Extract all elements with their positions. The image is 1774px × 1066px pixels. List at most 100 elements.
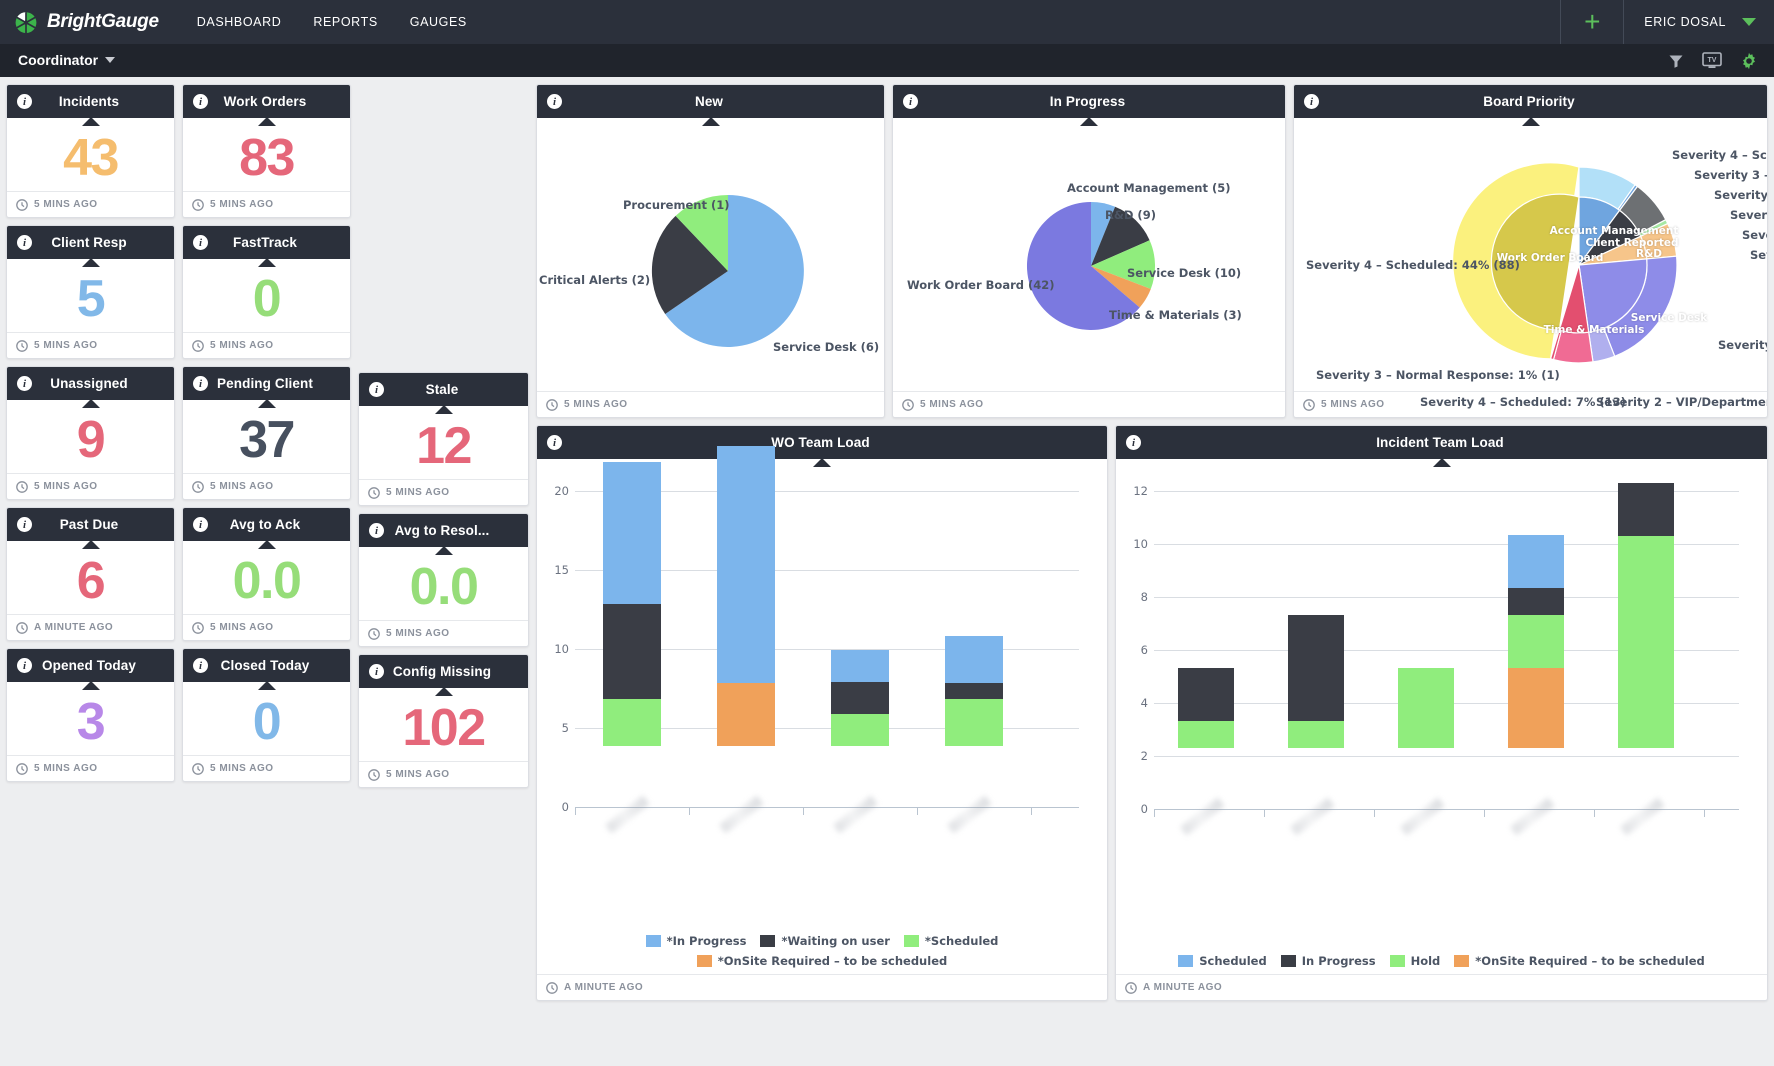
gauge-board-priority[interactable]: i Board Priority Account Management Clie… [1293,84,1768,418]
user-menu[interactable]: ERIC DOSAL [1624,0,1774,44]
last-updated: A MINUTE AGO [1143,982,1223,993]
gauge-pending-client[interactable]: i Pending Client 37 5 MINS AGO [182,366,351,500]
info-icon[interactable]: i [193,376,208,391]
nav-link-gauges[interactable]: GAUGES [394,0,483,44]
gauge-client-resp[interactable]: i Client Resp 5 5 MINS AGO [6,225,175,359]
legend-item[interactable]: *OnSite Required – to be scheduled [1454,954,1705,968]
info-icon[interactable]: i [369,664,384,679]
widget-footer: 5 MINS AGO [183,614,350,640]
info-icon[interactable]: i [17,658,32,673]
nav-link-dashboard[interactable]: DASHBOARD [181,0,298,44]
bar-segment [1618,483,1674,536]
kpi-value: 0.0 [232,551,302,610]
pie-slice-label: Service Desk (10) [1127,266,1242,280]
tv-icon[interactable]: TV [1702,52,1722,69]
info-icon[interactable]: i [903,94,918,109]
clock-icon [16,621,28,634]
gauge-in-progress[interactable]: i In Progress Account Management (5) R&D… [892,84,1286,418]
widget-body: 6 [7,541,174,614]
x-axis-label-redacted [947,795,992,834]
gauge-avg-to-resolve[interactable]: i Avg to Resol... 0.0 5 MINS AGO [358,513,529,647]
info-icon[interactable]: i [1126,435,1141,450]
gauge-fasttrack[interactable]: i FastTrack 0 5 MINS AGO [182,225,351,359]
widget-footer: 5 MINS AGO [893,391,1285,417]
clock-icon [368,627,380,640]
gear-icon[interactable] [1740,52,1758,70]
bar-segment [1618,536,1674,748]
widget-header: i Incident Team Load [1116,426,1767,459]
gridline [1154,756,1739,757]
gauge-closed-today[interactable]: i Closed Today 0 5 MINS AGO [182,648,351,782]
bar-segment [717,446,775,683]
gauge-unassigned[interactable]: i Unassigned 9 5 MINS AGO [6,366,175,500]
legend-item[interactable]: *Scheduled [903,934,998,948]
legend-swatch [903,935,919,947]
legend-item[interactable]: *OnSite Required – to be scheduled [696,954,947,968]
widget-title: Board Priority [1483,94,1575,109]
gauge-past-due[interactable]: i Past Due 6 A MINUTE AGO [6,507,175,641]
brand-logo-area[interactable]: BrightGauge [0,0,181,44]
kpi-value: 83 [239,128,295,187]
legend-swatch [1280,955,1296,967]
gauge-work-orders[interactable]: i Work Orders 83 5 MINS AGO [182,84,351,218]
gauge-opened-today[interactable]: i Opened Today 3 5 MINS AGO [6,648,175,782]
widget-footer: 5 MINS AGO [7,191,174,217]
widget-body: 3 [7,682,174,755]
donut-chart-board-priority[interactable]: Account Management Client Reported R&D S… [1294,118,1767,409]
info-icon[interactable]: i [547,435,562,450]
donut-slice-label: Severity 4 – Scheduled: 44% (88) [1306,258,1520,272]
legend-item[interactable]: *Waiting on user [760,934,890,948]
legend-swatch [760,935,776,947]
widget-footer: 5 MINS AGO [537,391,884,417]
widget-title: Opened Today [42,658,136,673]
pie-chart-in-progress[interactable]: Account Management (5) R&D (9) Service D… [893,118,1285,391]
info-icon[interactable]: i [369,523,384,538]
legend-label: *Waiting on user [781,934,890,948]
gauge-wo-team-load[interactable]: i WO Team Load 20 15 10 5 0 *In Progress… [536,425,1108,1001]
bar-segment [1508,615,1564,668]
nav-link-reports[interactable]: REPORTS [297,0,393,44]
info-icon[interactable]: i [17,235,32,250]
info-icon[interactable]: i [369,382,384,397]
widget-header: i Board Priority [1294,85,1767,118]
widget-body: 9 [7,400,174,473]
legend-item[interactable]: In Progress [1280,954,1376,968]
info-icon[interactable]: i [17,376,32,391]
clock-icon [546,398,558,411]
pie-slice-label: Work Order Board (42) [907,278,1055,292]
kpi-column-3: i Stale 12 5 MINS AGO i Avg to Resol... … [358,84,529,1001]
last-updated: 5 MINS AGO [386,487,450,498]
kpi-value: 0 [252,692,282,751]
info-icon[interactable]: i [193,658,208,673]
dashboard-selector[interactable]: Coordinator [18,52,116,70]
legend-item[interactable]: *In Progress [645,934,746,948]
widget-footer: 5 MINS AGO [359,620,528,646]
add-new-button[interactable]: + [1561,0,1623,44]
info-icon[interactable]: i [547,94,562,109]
legend-swatch [645,935,661,947]
gauge-incidents[interactable]: i Incidents 43 5 MINS AGO [6,84,175,218]
gauge-config-missing[interactable]: i Config Missing 102 5 MINS AGO [358,654,529,788]
last-updated: 5 MINS AGO [34,763,98,774]
gauge-avg-to-ack[interactable]: i Avg to Ack 0.0 5 MINS AGO [182,507,351,641]
legend-swatch [1389,955,1405,967]
pie-chart-new[interactable]: Procurement (1) Critical Alerts (2) Serv… [537,118,884,391]
gauge-stale[interactable]: i Stale 12 5 MINS AGO [358,372,529,506]
widget-body: 0 [183,259,350,332]
gauge-new[interactable]: i New Procurement (1) Critical Alerts (2… [536,84,885,418]
gauge-incident-team-load[interactable]: i Incident Team Load 12 10 8 6 4 2 0 Sch… [1115,425,1768,1001]
info-icon[interactable]: i [193,235,208,250]
info-icon[interactable]: i [193,517,208,532]
info-icon[interactable]: i [17,517,32,532]
legend-item[interactable]: Hold [1389,954,1440,968]
info-icon[interactable]: i [1304,94,1319,109]
info-icon[interactable]: i [193,94,208,109]
filter-icon[interactable] [1668,53,1684,69]
legend-item[interactable]: Scheduled [1178,954,1267,968]
kpi-value: 5 [76,269,106,328]
bar-chart-wo-team-load[interactable]: 20 15 10 5 0 *In Progress *Waiting on us… [537,446,1107,974]
widget-header: i Closed Today [183,649,350,682]
x-tick [575,807,576,815]
info-icon[interactable]: i [17,94,32,109]
bar-chart-incident-team-load[interactable]: 12 10 8 6 4 2 0 Scheduled In Progress Ho… [1116,459,1767,974]
